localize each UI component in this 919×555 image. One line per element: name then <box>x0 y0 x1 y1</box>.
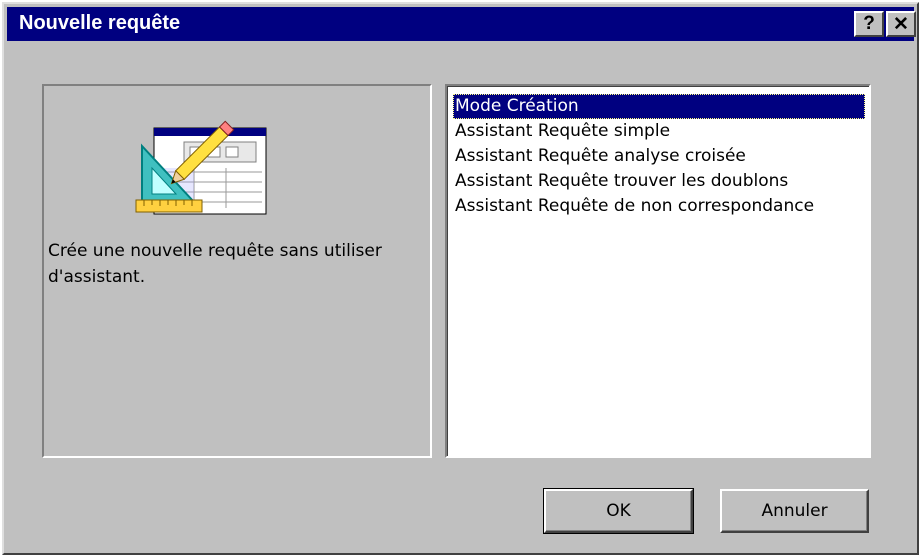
list-item-find-unmatched-wizard[interactable]: Assistant Requête de non correspondance <box>453 194 865 219</box>
new-query-dialog: Nouvelle requête ? ✕ Crée une nouvelle r… <box>2 2 919 555</box>
list-item-mode-creation[interactable]: Mode Création <box>453 94 865 119</box>
title-bar[interactable]: Nouvelle requête ? ✕ <box>7 7 916 41</box>
ok-button[interactable]: OK <box>543 488 694 534</box>
help-button[interactable]: ? <box>854 11 884 37</box>
cancel-button[interactable]: Annuler <box>720 489 869 533</box>
query-type-list[interactable]: Mode Création Assistant Requête simple A… <box>445 84 871 458</box>
close-icon: ✕ <box>893 13 909 35</box>
query-design-icon <box>134 106 274 231</box>
preview-panel: Crée une nouvelle requête sans utiliser … <box>42 84 432 458</box>
help-icon: ? <box>863 13 875 34</box>
list-item-simple-query-wizard[interactable]: Assistant Requête simple <box>453 119 865 144</box>
list-item-find-duplicates-wizard[interactable]: Assistant Requête trouver les doublons <box>453 169 865 194</box>
window-title: Nouvelle requête <box>19 12 181 34</box>
list-item-crosstab-query-wizard[interactable]: Assistant Requête analyse croisée <box>453 144 865 169</box>
close-button[interactable]: ✕ <box>886 11 916 37</box>
preview-description: Crée une nouvelle requête sans utiliser … <box>48 241 382 287</box>
